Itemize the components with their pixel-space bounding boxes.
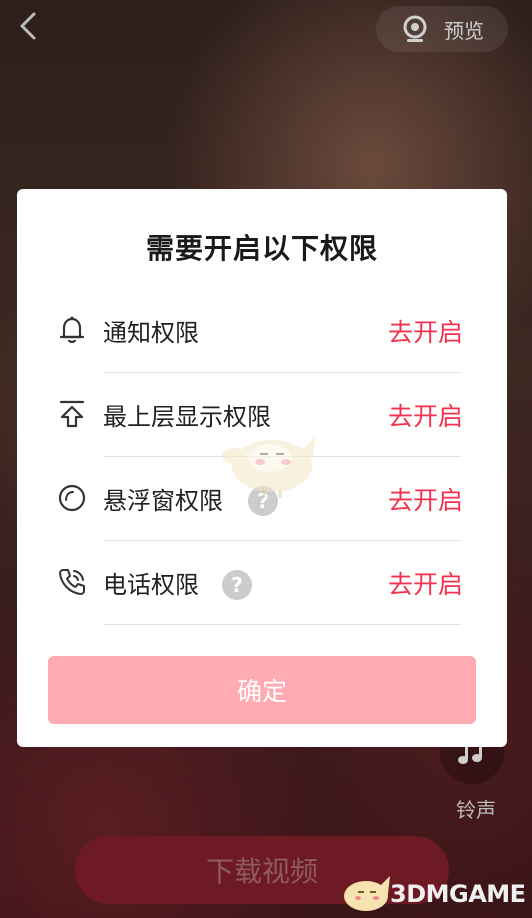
site-watermark: 3DMGAME xyxy=(390,880,526,908)
ringtone-label: 铃声 xyxy=(456,798,496,822)
webcam-icon xyxy=(403,15,427,42)
enable-top-layer-link[interactable]: 去开启 xyxy=(388,397,463,433)
permission-label: 悬浮窗权限 xyxy=(103,487,223,515)
confirm-button[interactable]: 确定 xyxy=(48,656,476,724)
arrow-up-top-icon xyxy=(57,399,87,429)
preview-button[interactable]: 预览 xyxy=(376,6,508,52)
enable-phone-link[interactable]: 去开启 xyxy=(388,565,463,601)
circle-icon xyxy=(57,483,87,513)
phone-icon xyxy=(57,567,87,597)
help-icon[interactable]: ? xyxy=(222,570,252,600)
permission-label: 电话权限 xyxy=(103,571,199,599)
dialog-title: 需要开启以下权限 xyxy=(145,232,378,265)
divider xyxy=(103,624,461,625)
permission-row-phone: 电话权限 ? 去开启 xyxy=(17,541,507,625)
bell-icon xyxy=(57,315,87,345)
preview-label: 预览 xyxy=(444,18,484,43)
mascot-watermark-icon xyxy=(222,436,316,498)
logo-mascot-icon xyxy=(344,876,390,911)
chevron-left-icon xyxy=(20,12,36,40)
permission-row-notification: 通知权限 去开启 xyxy=(17,289,507,373)
enable-notification-link[interactable]: 去开启 xyxy=(388,313,463,349)
enable-floating-window-link[interactable]: 去开启 xyxy=(388,481,463,517)
back-button[interactable] xyxy=(10,8,46,44)
permission-label: 通知权限 xyxy=(103,319,199,347)
